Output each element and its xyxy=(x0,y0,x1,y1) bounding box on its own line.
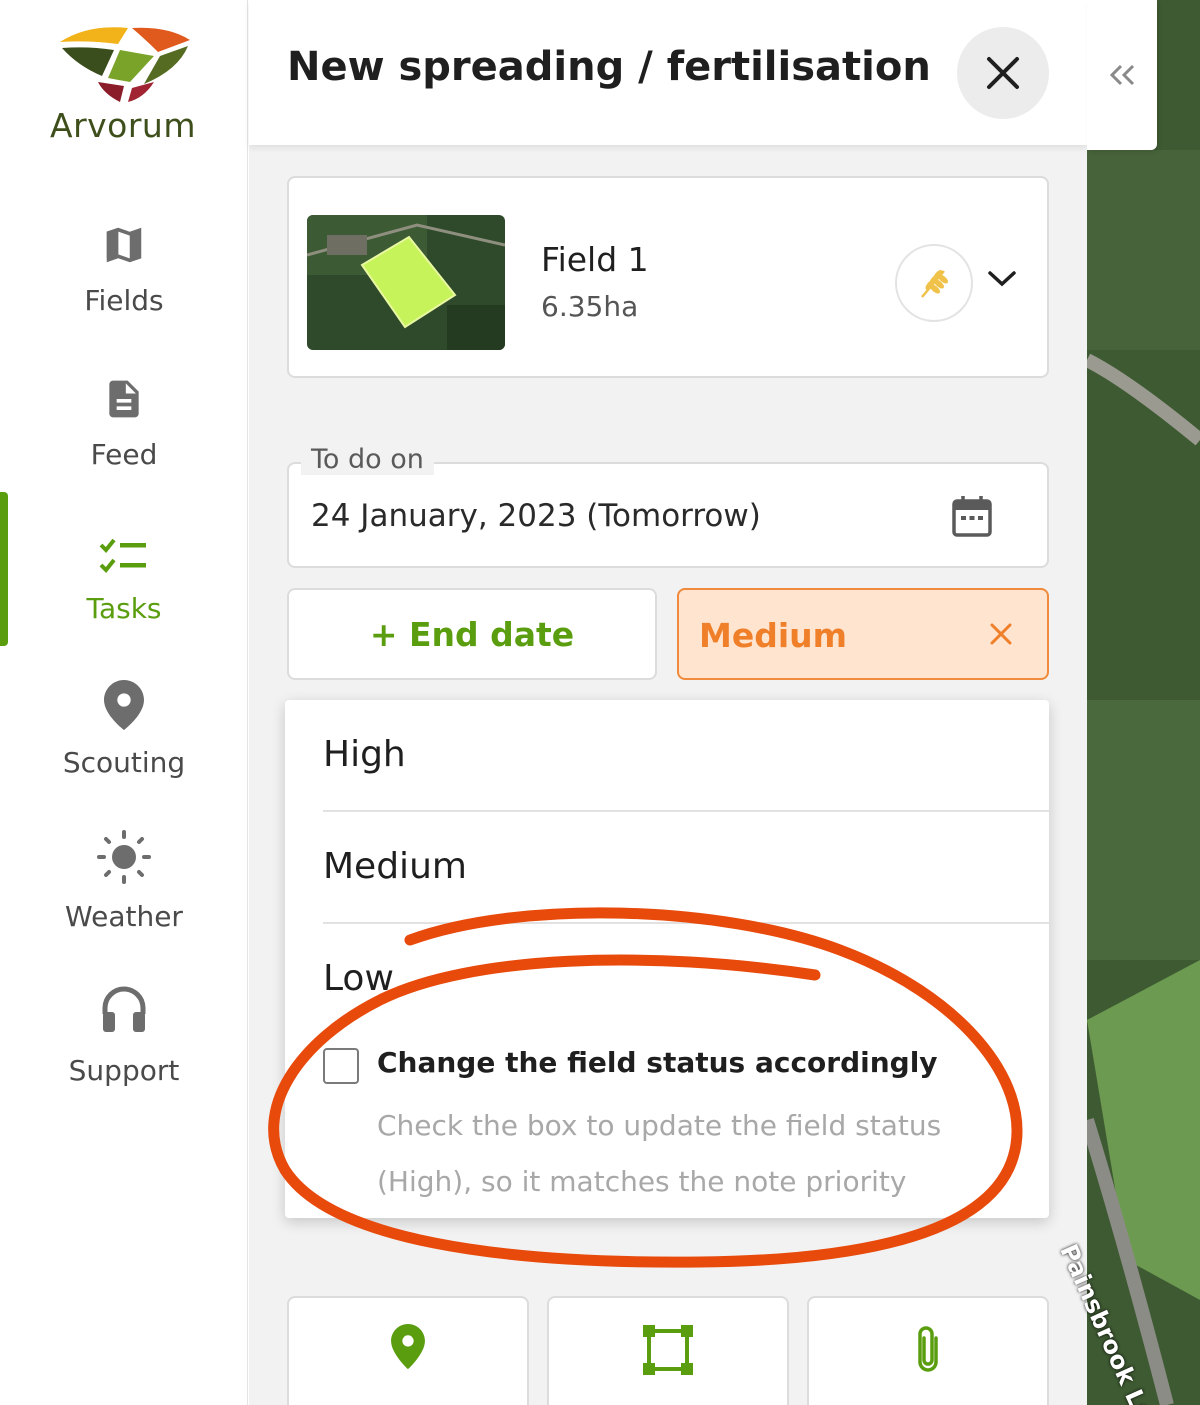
sidebar-item-weather[interactable]: Weather xyxy=(0,826,248,976)
brand-name: Arvorum xyxy=(50,106,196,145)
logo: Arvorum xyxy=(50,22,200,145)
sidebar-item-label: Scouting xyxy=(62,746,186,779)
field-thumbnail xyxy=(307,215,505,350)
close-button[interactable] xyxy=(957,27,1049,119)
task-panel: New spreading / fertilisation Field 1 6.… xyxy=(249,0,1087,1405)
chevron-down-icon[interactable] xyxy=(987,270,1017,292)
attach-file-button[interactable] xyxy=(807,1296,1049,1405)
field-name: Field 1 xyxy=(541,240,649,279)
priority-dropdown: High Medium Low Change the field status … xyxy=(285,700,1049,1218)
panel-title: New spreading / fertilisation xyxy=(287,44,931,90)
sidebar-item-label: Tasks xyxy=(86,592,162,625)
field-selector[interactable]: Field 1 6.35ha xyxy=(287,176,1049,378)
pin-icon xyxy=(0,672,248,730)
panel-header: New spreading / fertilisation xyxy=(249,0,1087,145)
sidebar: Arvorum Fields Feed Tasks Scouting Weath… xyxy=(0,0,248,1405)
arvorum-logo-icon xyxy=(60,27,190,102)
attachment-icon xyxy=(918,1326,938,1372)
map-view[interactable] xyxy=(1087,0,1200,1405)
sidebar-item-tasks[interactable]: Tasks xyxy=(0,518,248,668)
calendar-icon[interactable] xyxy=(951,494,993,542)
polygon-icon xyxy=(643,1325,693,1375)
draw-polygon-button[interactable] xyxy=(547,1296,789,1405)
sidebar-item-label: Support xyxy=(68,1054,180,1087)
crop-button[interactable] xyxy=(895,244,973,322)
todo-date-value: 24 January, 2023 (Tomorrow) xyxy=(311,498,761,534)
field-area: 6.35ha xyxy=(541,290,639,323)
sidebar-item-feed[interactable]: Feed xyxy=(0,364,248,514)
map-icon xyxy=(0,210,248,268)
field-status-checkbox-label[interactable]: Change the field status accordingly xyxy=(377,1046,938,1079)
add-location-button[interactable] xyxy=(287,1296,529,1405)
headset-icon xyxy=(0,980,248,1038)
field-status-checkbox[interactable] xyxy=(323,1048,359,1084)
sidebar-item-scouting[interactable]: Scouting xyxy=(0,672,248,822)
document-icon xyxy=(0,364,248,422)
todo-date-field[interactable]: 24 January, 2023 (Tomorrow) xyxy=(287,462,1049,568)
field-status-help-text: Check the box to update the field status… xyxy=(377,1109,942,1198)
double-chevron-left-icon xyxy=(1109,64,1135,86)
priority-option-high[interactable]: High xyxy=(323,700,1049,812)
sidebar-item-label: Feed xyxy=(90,438,158,471)
sidebar-item-fields[interactable]: Fields xyxy=(0,210,248,360)
location-icon xyxy=(391,1324,425,1370)
add-end-date-button[interactable]: + End date xyxy=(287,588,657,680)
close-icon xyxy=(987,57,1019,89)
priority-select[interactable]: Medium xyxy=(677,588,1049,680)
checklist-icon xyxy=(0,518,248,576)
sidebar-item-label: Weather xyxy=(65,900,183,933)
clear-priority-icon[interactable] xyxy=(989,622,1013,650)
priority-option-low[interactable]: Low xyxy=(323,924,1049,1036)
todo-date-label: To do on xyxy=(301,444,434,475)
sidebar-item-support[interactable]: Support xyxy=(0,980,248,1130)
priority-option-medium[interactable]: Medium xyxy=(323,812,1049,924)
collapse-panel-button[interactable] xyxy=(1087,0,1157,150)
wheat-icon xyxy=(921,270,948,298)
sidebar-item-label: Fields xyxy=(84,284,164,317)
priority-value: Medium xyxy=(699,616,848,655)
sun-icon xyxy=(0,826,248,884)
